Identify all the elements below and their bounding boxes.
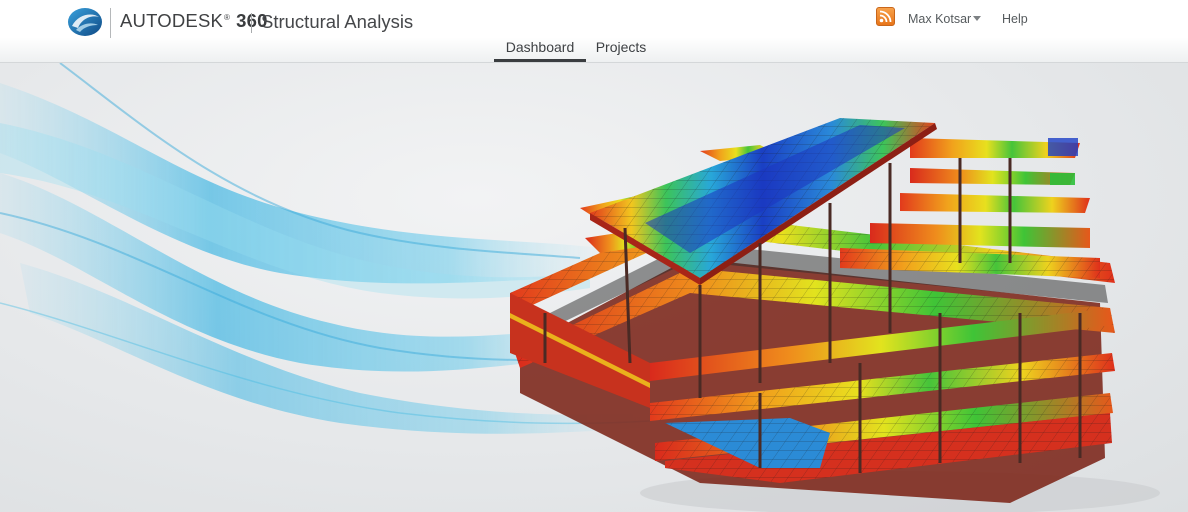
tab-dashboard[interactable]: Dashboard <box>494 38 586 62</box>
header-divider <box>110 8 111 38</box>
building-slabs <box>510 118 1115 503</box>
hero-banner-image <box>0 63 1188 512</box>
brand-registered-mark: ® <box>224 12 231 22</box>
user-name: Max Kotsar <box>908 12 972 26</box>
chevron-down-icon <box>973 16 982 21</box>
tab-projects[interactable]: Projects <box>586 38 656 62</box>
brand-name: AUTODESK <box>120 10 224 31</box>
brand-divider <box>251 13 252 33</box>
product-title[interactable]: Structural Analysis <box>261 11 413 33</box>
building-render-illustration <box>0 63 1160 512</box>
rss-icon[interactable] <box>876 7 895 26</box>
help-link[interactable]: Help <box>1002 12 1028 26</box>
autodesk-logo-icon[interactable] <box>66 6 104 38</box>
user-menu[interactable]: Max Kotsar <box>908 12 982 26</box>
brand-title[interactable]: AUTODESK®360 <box>120 10 268 32</box>
top-header: AUTODESK®360 Structural Analysis Max Kot… <box>0 0 1188 63</box>
